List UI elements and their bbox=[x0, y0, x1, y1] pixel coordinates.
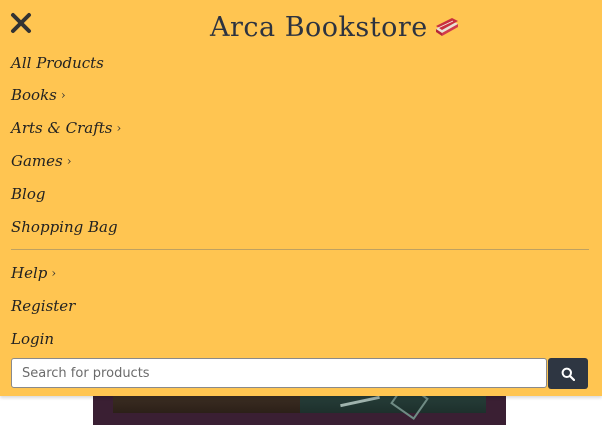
menu-item-label: Books bbox=[11, 86, 57, 104]
mobile-menu: Arca Bookstore All Products Books › Arts… bbox=[0, 0, 602, 396]
chevron-right-icon: › bbox=[66, 154, 72, 168]
close-icon bbox=[11, 13, 31, 33]
menu-item-label: Register bbox=[11, 297, 76, 315]
menu-item-label: Arts & Crafts bbox=[11, 119, 113, 137]
menu-item-help[interactable]: Help › bbox=[11, 262, 56, 284]
menu-item-all-products[interactable]: All Products bbox=[11, 52, 104, 74]
search-input[interactable] bbox=[11, 358, 547, 388]
menu-item-register[interactable]: Register bbox=[11, 295, 75, 317]
chevron-right-icon: › bbox=[51, 266, 57, 280]
menu-item-label: Shopping Bag bbox=[11, 218, 118, 236]
menu-item-label: All Products bbox=[11, 54, 104, 72]
menu-item-arts-crafts[interactable]: Arts & Crafts › bbox=[11, 117, 121, 139]
menu-item-label: Login bbox=[11, 330, 55, 348]
menu-item-games[interactable]: Games › bbox=[11, 150, 72, 172]
menu-item-blog[interactable]: Blog bbox=[11, 183, 45, 205]
search-button[interactable] bbox=[548, 358, 588, 389]
menu-item-label: Help bbox=[11, 264, 48, 282]
menu-divider bbox=[11, 249, 589, 250]
chevron-right-icon: › bbox=[60, 88, 66, 102]
menu-item-books[interactable]: Books › bbox=[11, 84, 66, 106]
search-icon bbox=[561, 367, 575, 381]
menu-item-label: Blog bbox=[11, 185, 46, 203]
close-menu-button[interactable] bbox=[10, 12, 34, 38]
book-icon bbox=[435, 18, 458, 36]
menu-item-login[interactable]: Login bbox=[11, 328, 54, 350]
brand-name: Arca Bookstore bbox=[210, 11, 428, 43]
menu-item-label: Games bbox=[11, 152, 63, 170]
menu-item-shopping-bag[interactable]: Shopping Bag bbox=[11, 216, 118, 238]
chevron-right-icon: › bbox=[116, 121, 122, 135]
brand-logo[interactable]: Arca Bookstore bbox=[210, 8, 460, 46]
